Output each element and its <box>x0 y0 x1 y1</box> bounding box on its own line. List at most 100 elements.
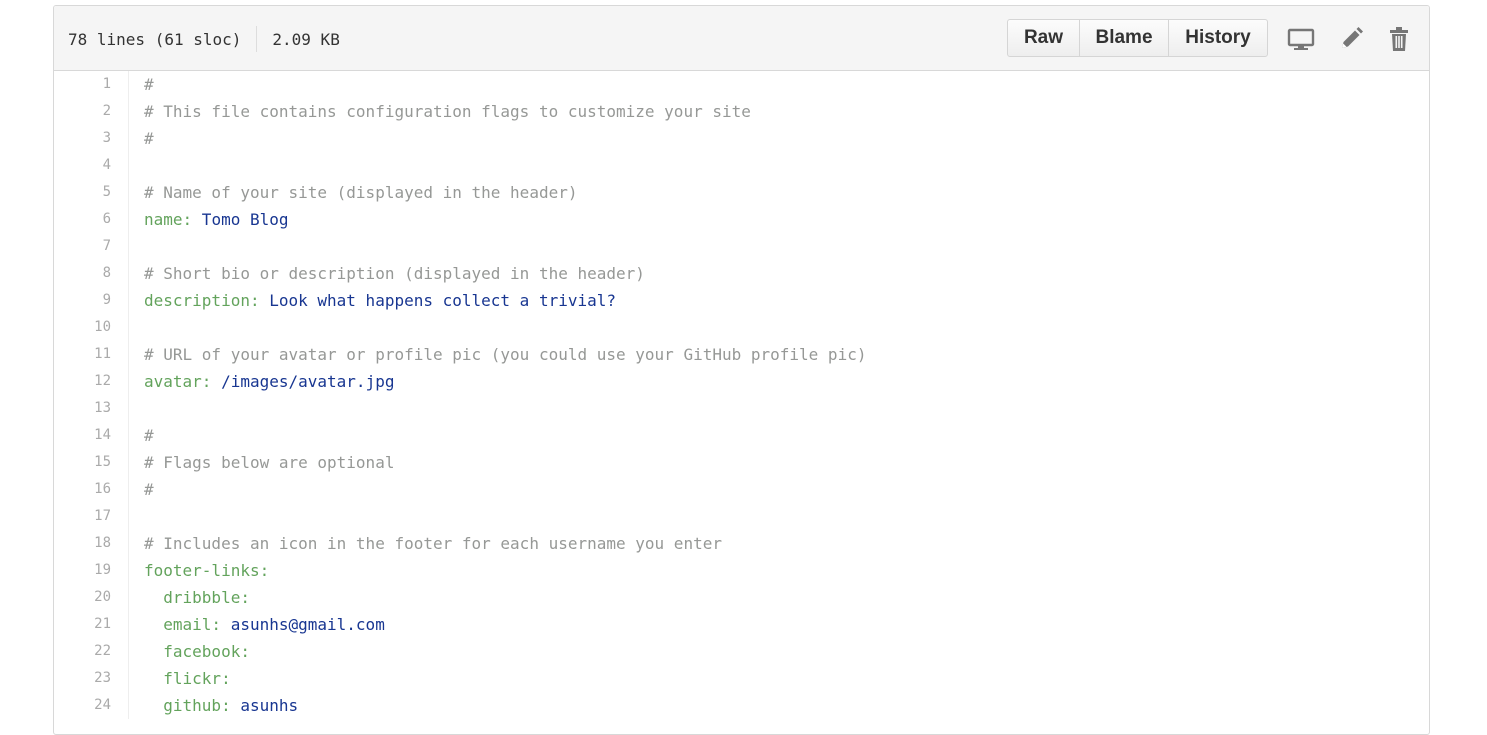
code-line: 16 # <box>54 476 1429 503</box>
code-key: avatar: <box>144 372 212 391</box>
line-content: # <box>129 71 154 98</box>
line-content: # <box>129 476 154 503</box>
line-content: avatar: /images/avatar.jpg <box>129 368 394 395</box>
line-number[interactable]: 19 <box>54 557 129 584</box>
line-content <box>129 152 144 179</box>
code-line: 22 facebook: <box>54 638 1429 665</box>
line-number[interactable]: 6 <box>54 206 129 233</box>
code-line: 21 email: asunhs@gmail.com <box>54 611 1429 638</box>
line-number[interactable]: 5 <box>54 179 129 206</box>
code-key: footer-links: <box>144 561 270 580</box>
code-key: flickr: <box>144 669 231 688</box>
code-line: 11 # URL of your avatar or profile pic (y… <box>54 341 1429 368</box>
code-key: name: <box>144 210 193 229</box>
line-content: # <box>129 125 154 152</box>
line-content: name: Tomo Blog <box>129 206 289 233</box>
line-content: footer-links: <box>129 557 269 584</box>
line-number[interactable]: 14 <box>54 422 129 449</box>
code-line: 10 <box>54 314 1429 341</box>
line-content: # URL of your avatar or profile pic (you… <box>129 341 866 368</box>
code-comment: # URL of your avatar or profile pic (you… <box>144 345 867 364</box>
line-number[interactable]: 12 <box>54 368 129 395</box>
line-content: # Flags below are optional <box>129 449 394 476</box>
file-size: 2.09 KB <box>272 29 340 49</box>
code-line: 12 avatar: /images/avatar.jpg <box>54 368 1429 395</box>
code-line: 14 # <box>54 422 1429 449</box>
file-info-divider <box>256 26 258 52</box>
code-line: 17 <box>54 503 1429 530</box>
line-content <box>129 233 144 260</box>
code-comment: # This file contains configuration flags… <box>144 102 751 121</box>
line-number[interactable]: 3 <box>54 125 129 152</box>
code-comment: # <box>144 75 154 94</box>
edit-file-button[interactable] <box>1337 26 1365 52</box>
code-value: asunhs <box>230 696 299 715</box>
line-content: dribbble: <box>129 584 250 611</box>
code-key: github: <box>144 696 231 715</box>
code-key: description: <box>144 291 260 310</box>
file-info: 78 lines (61 sloc) 2.09 KB <box>68 26 340 52</box>
line-content <box>129 314 144 341</box>
code-key: dribbble: <box>144 588 250 607</box>
code-comment: # Name of your site (displayed in the he… <box>144 183 578 202</box>
code-line: 15 # Flags below are optional <box>54 449 1429 476</box>
line-number[interactable]: 2 <box>54 98 129 125</box>
line-content <box>129 395 144 422</box>
code-line: 4 <box>54 152 1429 179</box>
code-line: 23 flickr: <box>54 665 1429 692</box>
raw-button[interactable]: Raw <box>1007 19 1080 57</box>
line-count: 78 lines (61 sloc) <box>68 29 242 49</box>
delete-file-button[interactable] <box>1385 26 1413 52</box>
line-number[interactable]: 11 <box>54 341 129 368</box>
line-number[interactable]: 15 <box>54 449 129 476</box>
code-line: 5 # Name of your site (displayed in the h… <box>54 179 1429 206</box>
line-content: # This file contains configuration flags… <box>129 98 751 125</box>
code-comment: # <box>144 129 154 148</box>
line-number[interactable]: 4 <box>54 152 129 179</box>
code-line: 1 # <box>54 71 1429 98</box>
code-line: 6 name: Tomo Blog <box>54 206 1429 233</box>
code-line: 20 dribbble: <box>54 584 1429 611</box>
line-number[interactable]: 1 <box>54 71 129 98</box>
line-content: # Name of your site (displayed in the he… <box>129 179 577 206</box>
file-header: 78 lines (61 sloc) 2.09 KB Raw Blame His… <box>54 6 1429 71</box>
history-button[interactable]: History <box>1168 19 1268 57</box>
line-content: facebook: <box>129 638 250 665</box>
line-number[interactable]: 7 <box>54 233 129 260</box>
code-line: 13 <box>54 395 1429 422</box>
code-key: email: <box>144 615 222 634</box>
line-number[interactable]: 18 <box>54 530 129 557</box>
code-line: 8 # Short bio or description (displayed i… <box>54 260 1429 287</box>
line-number[interactable]: 22 <box>54 638 129 665</box>
line-content: # Short bio or description (displayed in… <box>129 260 645 287</box>
line-number[interactable]: 9 <box>54 287 129 314</box>
code-line: 9 description: Look what happens collect … <box>54 287 1429 314</box>
code-comment: # Short bio or description (displayed in… <box>144 264 645 283</box>
line-content: description: Look what happens collect a… <box>129 287 616 314</box>
blame-button[interactable]: Blame <box>1079 19 1169 57</box>
pencil-icon <box>1342 27 1363 48</box>
code-line: 24 github: asunhs <box>54 692 1429 719</box>
line-number[interactable]: 24 <box>54 692 129 719</box>
line-content: # Includes an icon in the footer for eac… <box>129 530 722 557</box>
code-line: 3 # <box>54 125 1429 152</box>
open-desktop-button[interactable] <box>1287 26 1315 52</box>
code-line: 7 <box>54 233 1429 260</box>
line-number[interactable]: 21 <box>54 611 129 638</box>
line-content: github: asunhs <box>129 692 298 719</box>
line-number[interactable]: 10 <box>54 314 129 341</box>
line-number[interactable]: 13 <box>54 395 129 422</box>
line-content: email: asunhs@gmail.com <box>129 611 385 638</box>
line-content: flickr: <box>129 665 231 692</box>
code-comment: # Flags below are optional <box>144 453 395 472</box>
line-number[interactable]: 17 <box>54 503 129 530</box>
code-line: 19 footer-links: <box>54 557 1429 584</box>
code-value: Look what happens collect a trivial? <box>259 291 617 310</box>
line-number[interactable]: 16 <box>54 476 129 503</box>
line-number[interactable]: 8 <box>54 260 129 287</box>
code-comment: # Includes an icon in the footer for eac… <box>144 534 722 553</box>
line-number[interactable]: 23 <box>54 665 129 692</box>
code-line: 2 # This file contains configuration flag… <box>54 98 1429 125</box>
line-number[interactable]: 20 <box>54 584 129 611</box>
code-value: /images/avatar.jpg <box>211 372 395 391</box>
